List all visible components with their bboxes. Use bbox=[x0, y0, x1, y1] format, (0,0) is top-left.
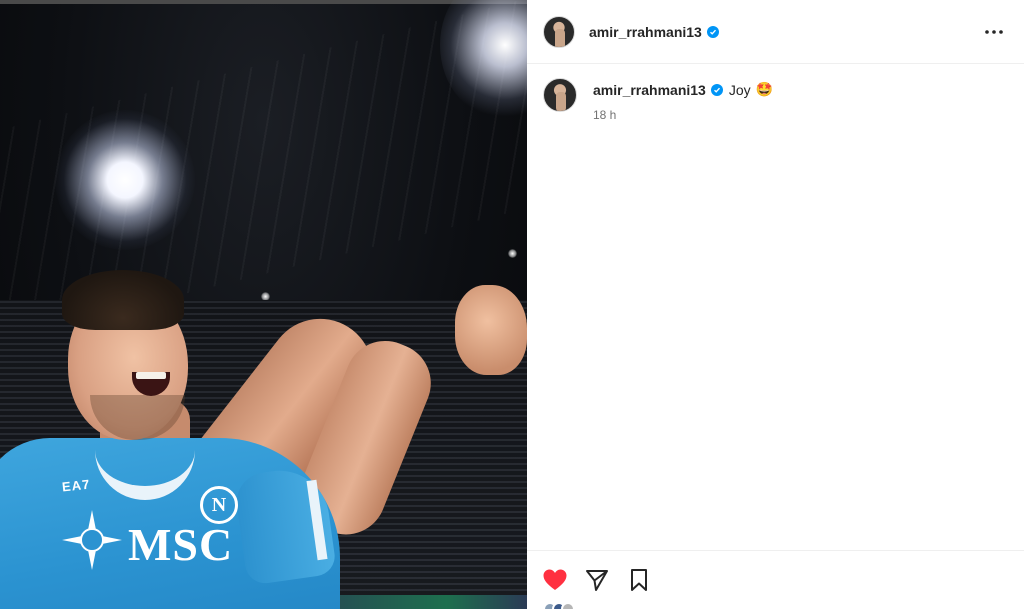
floodlight bbox=[55, 110, 195, 250]
more-options-button[interactable] bbox=[980, 18, 1008, 46]
caption-line: amir_rrahmani13 Joy 🤩 bbox=[593, 81, 773, 98]
caption-body: amir_rrahmani13 Joy 🤩 18 h bbox=[593, 78, 773, 122]
caption-text: Joy bbox=[728, 81, 751, 98]
verified-badge-icon bbox=[706, 25, 719, 38]
jersey-sponsor: MSC bbox=[128, 519, 234, 570]
star-struck-emoji: 🤩 bbox=[755, 81, 774, 97]
sponsor-compass-logo bbox=[62, 510, 122, 570]
liked-by-avatars[interactable] bbox=[543, 602, 575, 609]
like-button[interactable] bbox=[541, 566, 569, 594]
caption-username[interactable]: amir_rrahmani13 bbox=[593, 82, 706, 98]
kit-brand-logo: EA7 bbox=[61, 476, 92, 495]
post-side-panel: amir_rrahmani13 amir_rrahmani13 Joy 🤩 18 bbox=[527, 0, 1024, 609]
header-username[interactable]: amir_rrahmani13 bbox=[589, 24, 702, 40]
player-hair bbox=[62, 270, 184, 330]
stadium-edge bbox=[0, 0, 527, 4]
avatar bbox=[561, 602, 575, 609]
post-header: amir_rrahmani13 bbox=[527, 0, 1024, 64]
bookmark-icon bbox=[631, 569, 647, 591]
post-image[interactable]: EA7 MSC N bbox=[0, 0, 527, 609]
share-button[interactable] bbox=[583, 566, 611, 594]
player-fist bbox=[455, 285, 527, 375]
post-caption: amir_rrahmani13 Joy 🤩 18 h bbox=[543, 78, 773, 122]
post-actions bbox=[527, 550, 1024, 609]
club-crest: N bbox=[200, 486, 238, 524]
avatar[interactable] bbox=[543, 15, 575, 48]
verified-badge-icon bbox=[710, 83, 723, 96]
stadium-light bbox=[508, 249, 517, 258]
avatar[interactable] bbox=[543, 78, 577, 112]
post-timestamp[interactable]: 18 h bbox=[593, 108, 773, 122]
more-horizontal-icon bbox=[985, 29, 1003, 34]
heart-filled-icon bbox=[543, 569, 567, 590]
paper-plane-icon bbox=[586, 570, 608, 591]
save-button[interactable] bbox=[625, 566, 653, 594]
